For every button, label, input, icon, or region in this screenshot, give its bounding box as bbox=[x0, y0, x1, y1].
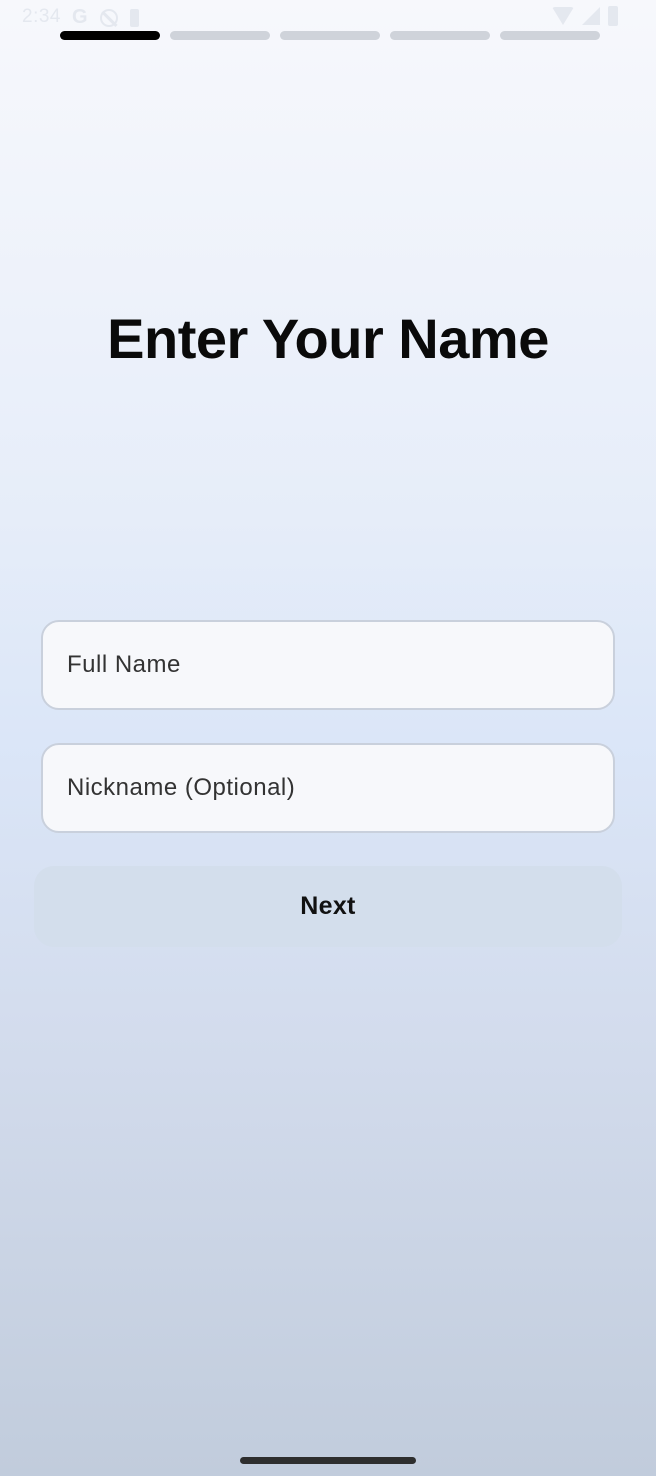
next-button[interactable]: Next bbox=[34, 866, 622, 947]
progress-step-5 bbox=[500, 31, 600, 40]
progress-step-1 bbox=[60, 31, 160, 40]
status-time: 2:34 bbox=[22, 6, 61, 27]
status-bar: 2:34 G bbox=[0, 0, 656, 32]
progress-step-4 bbox=[390, 31, 490, 40]
home-indicator[interactable] bbox=[240, 1457, 416, 1464]
do-not-disturb-icon bbox=[99, 8, 118, 27]
google-icon: G bbox=[72, 6, 88, 28]
progress-step-3 bbox=[280, 31, 380, 40]
nickname-input[interactable] bbox=[67, 774, 589, 802]
page-title: Enter Your Name bbox=[107, 307, 549, 370]
status-icons-right bbox=[552, 6, 618, 26]
wifi-icon bbox=[552, 7, 574, 25]
signal-icon bbox=[582, 7, 600, 25]
step-progress-indicator bbox=[60, 31, 600, 40]
full-name-field[interactable] bbox=[41, 620, 615, 710]
status-icons-left: G bbox=[72, 6, 139, 29]
full-name-input[interactable] bbox=[67, 651, 589, 679]
battery-saver-icon bbox=[129, 8, 139, 27]
nickname-field[interactable] bbox=[41, 743, 615, 833]
battery-icon bbox=[608, 6, 618, 26]
progress-step-2 bbox=[170, 31, 270, 40]
